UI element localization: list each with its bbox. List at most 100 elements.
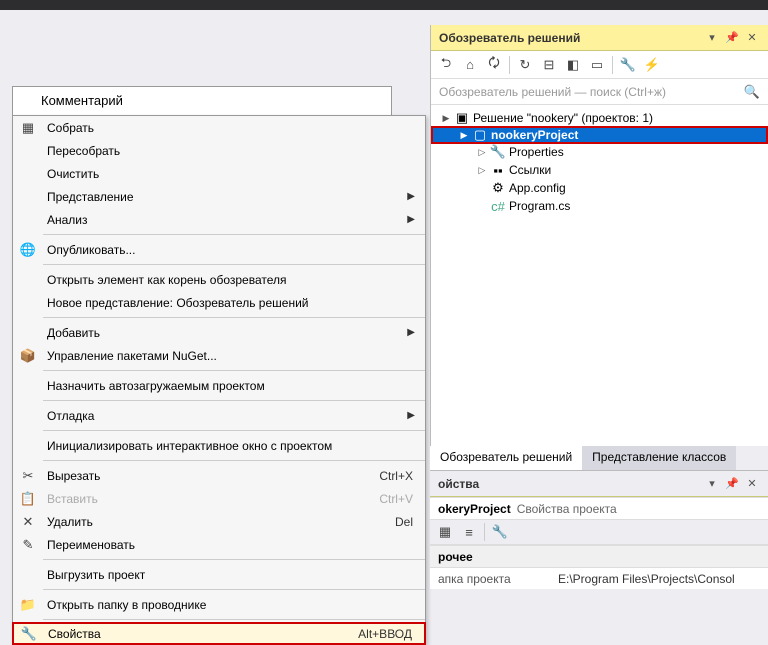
refresh-icon[interactable]: ↻ (514, 54, 536, 76)
comments-header: Комментарий (13, 87, 391, 114)
back-icon[interactable]: ⮌ (435, 54, 457, 76)
chevron-right-icon: ▶ (407, 327, 425, 338)
panel-dropdown-icon[interactable]: ▾ (704, 30, 720, 46)
chevron-right-icon: ▶ (407, 214, 425, 225)
showall-icon[interactable]: ◧ (562, 54, 584, 76)
menu-item-вставить[interactable]: 📋ВставитьCtrl+V (13, 487, 425, 510)
properties-header: ойства ▾ 📌 ✕ (430, 471, 768, 497)
menu-shortcut: Alt+ВВОД (358, 627, 424, 641)
properties-node[interactable]: ▷ 🔧 Properties (431, 143, 768, 161)
search-placeholder: Обозреватель решений — поиск (Ctrl+ж) (439, 85, 744, 99)
build-icon: ▦ (13, 120, 43, 136)
menu-item-label: Переименовать (43, 538, 425, 552)
menu-item-открыть-элемент-как-корень-обозревателя[interactable]: Открыть элемент как корень обозревателя (13, 268, 425, 291)
chevron-down-icon[interactable]: ▶ (439, 113, 453, 124)
home-icon[interactable]: ⌂ (459, 54, 481, 76)
menu-separator (43, 317, 425, 318)
menu-item-label: Отладка (43, 409, 407, 423)
panel-title: Обозреватель решений (439, 31, 700, 45)
sort-icon[interactable]: ≡ (458, 521, 480, 543)
menu-item-добавить[interactable]: Добавить▶ (13, 321, 425, 344)
menu-item-представление[interactable]: Представление▶ (13, 185, 425, 208)
chevron-right-icon[interactable]: ▷ (475, 165, 489, 176)
chevron-right-icon[interactable]: ▷ (475, 147, 489, 158)
menu-shortcut: Ctrl+X (379, 469, 425, 483)
properties-object[interactable]: okeryProject Свойства проекта (430, 497, 768, 519)
solution-tree: ▶ ▣ Решение "nookery" (проектов: 1) ▶ ▢ … (431, 105, 768, 219)
chevron-right-icon: ▶ (407, 191, 425, 202)
properties-icon[interactable]: 🔧 (617, 54, 639, 76)
menu-item-свойства[interactable]: 🔧СвойстваAlt+ВВОД (12, 622, 426, 645)
menu-item-выгрузить-проект[interactable]: Выгрузить проект (13, 563, 425, 586)
menu-item-label: Опубликовать... (43, 243, 425, 257)
tab-solution-explorer[interactable]: Обозреватель решений (430, 446, 582, 472)
chevron-down-icon[interactable]: ▶ (457, 130, 471, 141)
property-row[interactable]: апка проекта E:\Program Files\Projects\C… (430, 567, 768, 589)
collapse-icon[interactable]: ⊟ (538, 54, 560, 76)
solution-icon: ▣ (453, 110, 471, 126)
tab-class-view[interactable]: Представление классов (582, 446, 736, 472)
folder-icon: 📁 (13, 597, 43, 613)
wrench-icon[interactable]: 🔧 (489, 521, 511, 543)
menu-item-собрать[interactable]: ▦Собрать (13, 116, 425, 139)
properties-toolbar: ▦ ≡ 🔧 (430, 519, 768, 545)
solution-explorer-panel: Обозреватель решений ▾ 📌 ✕ ⮌ ⌂ 🗘 ↻ ⊟ ◧ ▭… (430, 25, 768, 470)
menu-item-новое-представление-обозреватель-решений[interactable]: Новое представление: Обозреватель решени… (13, 291, 425, 314)
close-icon[interactable]: ✕ (744, 476, 760, 492)
close-icon[interactable]: ✕ (744, 30, 760, 46)
menu-item-label: Пересобрать (43, 144, 425, 158)
flash-icon[interactable]: ⚡ (641, 54, 663, 76)
project-node[interactable]: ▶ ▢ nookeryProject (431, 126, 768, 144)
menu-separator (43, 264, 425, 265)
window-chrome-top (0, 0, 768, 10)
menu-separator (43, 430, 425, 431)
pin-icon[interactable]: 📌 (724, 476, 740, 492)
config-file-icon: ⚙ (489, 180, 507, 196)
delete-icon: ✕ (13, 514, 43, 530)
menu-item-label: Открыть элемент как корень обозревателя (43, 273, 425, 287)
menu-item-label: Новое представление: Обозреватель решени… (43, 296, 425, 310)
property-category[interactable]: рочее (430, 545, 768, 567)
appconfig-node[interactable]: ⚙ App.config (431, 179, 768, 197)
menu-item-label: Вырезать (43, 469, 379, 483)
cut-icon: ✂ (13, 468, 43, 484)
menu-item-управление-пакетами-nuget-[interactable]: 📦Управление пакетами NuGet... (13, 344, 425, 367)
menu-item-отладка[interactable]: Отладка▶ (13, 404, 425, 427)
menu-item-label: Собрать (43, 121, 425, 135)
menu-item-вырезать[interactable]: ✂ВырезатьCtrl+X (13, 464, 425, 487)
menu-separator (43, 400, 425, 401)
paste-icon: 📋 (13, 491, 43, 507)
wrench-icon: 🔧 (14, 626, 44, 642)
wrench-icon: 🔧 (489, 144, 507, 160)
menu-item-переименовать[interactable]: ✎Переименовать (13, 533, 425, 556)
menu-item-опубликовать-[interactable]: 🌐Опубликовать... (13, 238, 425, 261)
rename-icon: ✎ (13, 537, 43, 553)
menu-item-анализ[interactable]: Анализ▶ (13, 208, 425, 231)
menu-item-инициализировать-интерактивное-окно-с-проектом[interactable]: Инициализировать интерактивное окно с пр… (13, 434, 425, 457)
menu-item-label: Добавить (43, 326, 407, 340)
csharp-file-icon: c# (489, 199, 507, 214)
solution-search[interactable]: Обозреватель решений — поиск (Ctrl+ж) 🔍 (431, 79, 768, 105)
menu-item-открыть-папку-в-проводнике[interactable]: 📁Открыть папку в проводнике (13, 593, 425, 616)
menu-item-label: Свойства (44, 627, 358, 641)
preview-icon[interactable]: ▭ (586, 54, 608, 76)
menu-item-удалить[interactable]: ✕УдалитьDel (13, 510, 425, 533)
menu-item-пересобрать[interactable]: Пересобрать (13, 139, 425, 162)
sync-icon[interactable]: 🗘 (483, 54, 505, 76)
menu-item-назначить-автозагружаемым-проектом[interactable]: Назначить автозагружаемым проектом (13, 374, 425, 397)
panel-dropdown-icon[interactable]: ▾ (704, 476, 720, 492)
references-node[interactable]: ▷ ▪▪ Ссылки (431, 161, 768, 179)
program-node[interactable]: c# Program.cs (431, 197, 768, 215)
menu-item-очистить[interactable]: Очистить (13, 162, 425, 185)
menu-item-label: Анализ (43, 213, 407, 227)
categorize-icon[interactable]: ▦ (434, 521, 456, 543)
menu-separator (43, 460, 425, 461)
menu-separator (43, 370, 425, 371)
menu-item-label: Управление пакетами NuGet... (43, 349, 425, 363)
menu-item-label: Вставить (43, 492, 379, 506)
csharp-project-icon: ▢ (471, 127, 489, 143)
solution-node[interactable]: ▶ ▣ Решение "nookery" (проектов: 1) (431, 109, 768, 127)
pin-icon[interactable]: 📌 (724, 30, 740, 46)
menu-separator (43, 589, 425, 590)
search-icon[interactable]: 🔍 (744, 84, 760, 100)
